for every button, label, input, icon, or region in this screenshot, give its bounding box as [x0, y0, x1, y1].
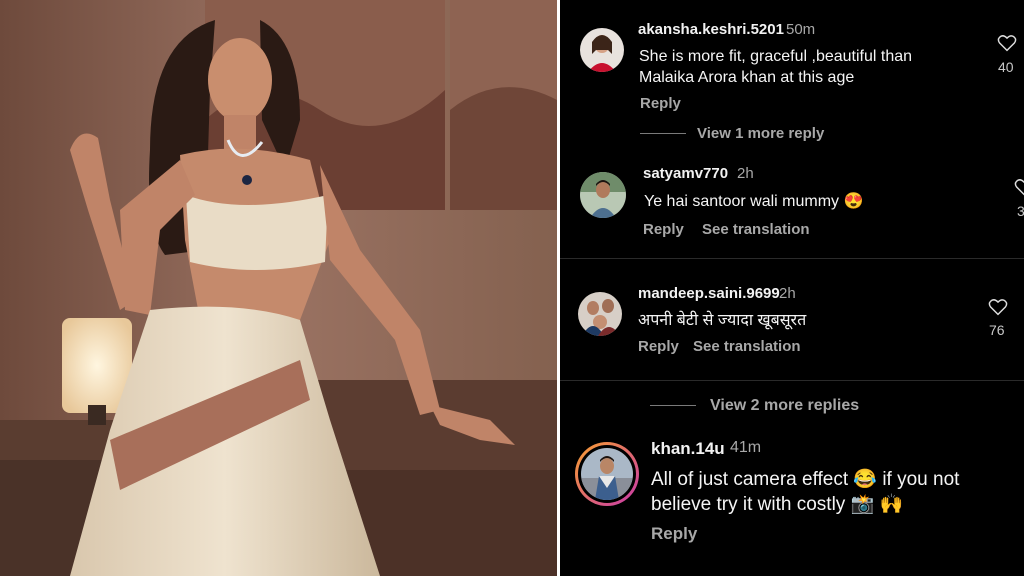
- heart-icon[interactable]: [1014, 178, 1024, 196]
- reply-button[interactable]: Reply: [643, 221, 684, 238]
- comment-text: All of just camera effect 😂 if you not: [651, 469, 960, 490]
- reply-button[interactable]: Reply: [640, 95, 681, 112]
- avatar[interactable]: [578, 292, 622, 336]
- reply-button[interactable]: Reply: [651, 524, 697, 544]
- divider: [560, 380, 1024, 381]
- thread-line: [650, 405, 696, 406]
- comment-text: अपनी बेटी से ज्यादा खूबसूरत: [638, 312, 807, 329]
- avatar[interactable]: [580, 28, 624, 72]
- avatar[interactable]: [580, 172, 626, 218]
- view-more-replies-button[interactable]: View 1 more reply: [697, 125, 824, 142]
- avatar-story-ring[interactable]: [575, 442, 639, 506]
- thread-line: [640, 133, 686, 134]
- comment-time: 50m: [786, 21, 816, 38]
- comment-text: Ye hai santoor wali mummy 😍: [644, 193, 864, 210]
- heart-icon[interactable]: [997, 34, 1017, 52]
- comment-text: believe try it with costly 📸 🙌: [651, 494, 904, 515]
- see-translation-button[interactable]: See translation: [693, 338, 801, 355]
- like-count: 76: [989, 322, 1005, 338]
- like-count: 40: [998, 59, 1014, 75]
- comment-text: She is more fit, graceful ,beautiful tha…: [639, 48, 913, 65]
- see-translation-button[interactable]: See translation: [702, 221, 810, 238]
- comment-time: 2h: [737, 165, 754, 182]
- username[interactable]: mandeep.saini.9699: [638, 285, 780, 302]
- username[interactable]: akansha.keshri.5201: [638, 21, 784, 38]
- heart-icon[interactable]: [988, 298, 1008, 316]
- username[interactable]: satyamv770: [643, 165, 728, 182]
- view-more-replies-button[interactable]: View 2 more replies: [710, 397, 859, 415]
- comment-time: 2h: [779, 285, 796, 302]
- post-photo: [0, 0, 557, 576]
- comments-panel: akansha.keshri.5201 50m She is more fit,…: [560, 0, 1024, 576]
- like-count: 3: [1017, 203, 1024, 219]
- comment-time: 41m: [730, 439, 762, 456]
- divider: [560, 258, 1024, 259]
- username[interactable]: khan.14u: [651, 439, 725, 459]
- comment-text: Malaika Arora khan at this age: [639, 69, 855, 86]
- reply-button[interactable]: Reply: [638, 338, 679, 355]
